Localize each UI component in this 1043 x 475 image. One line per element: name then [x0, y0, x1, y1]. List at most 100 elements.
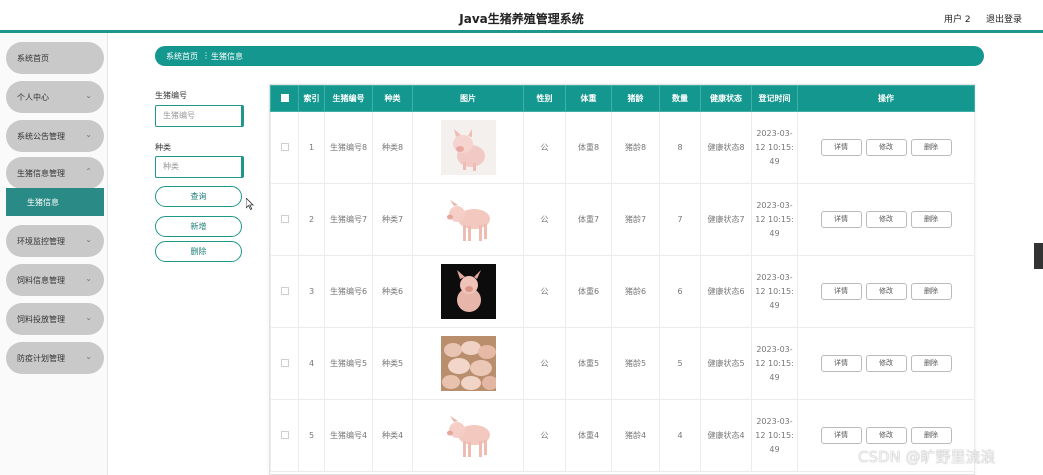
sidebar-item-personal-center[interactable]: 个人中心 ⌄	[6, 81, 104, 113]
pig-table: 索引 生猪编号 种类 图片 性别 体重 猪龄 数量 健康状态 登记时间 操作 1…	[269, 84, 975, 475]
detail-button[interactable]: 详情	[820, 355, 862, 372]
header-picture: 图片	[412, 85, 524, 112]
cell-health: 健康状态5	[700, 327, 752, 400]
pig-photo	[440, 192, 496, 247]
cell-sex: 公	[523, 111, 566, 184]
header-sex: 性别	[523, 85, 566, 112]
breadcrumb-home[interactable]: 系统首页	[166, 51, 198, 62]
mouse-cursor-icon	[246, 198, 254, 210]
row-select-cell[interactable]	[270, 399, 299, 472]
header-accent-bar	[0, 30, 1043, 33]
row-select-cell[interactable]	[270, 255, 299, 328]
cell-picture	[412, 399, 524, 472]
side-collapse-handle[interactable]	[1034, 243, 1043, 269]
sidebar-item-home[interactable]: 系统首页	[6, 42, 104, 74]
kind-input[interactable]: 种类	[155, 156, 244, 178]
pig-code-input[interactable]: 生猪编号	[155, 105, 244, 127]
time-line: 12 10:15:	[755, 214, 794, 224]
header-age: 猪龄	[611, 85, 660, 112]
detail-button[interactable]: 详情	[820, 211, 862, 228]
edit-button[interactable]: 修改	[865, 139, 907, 156]
edit-button[interactable]: 修改	[865, 211, 907, 228]
row-checkbox[interactable]	[280, 286, 289, 295]
chevron-down-icon: ⌄	[85, 313, 92, 322]
table-header-row: 索引 生猪编号 种类 图片 性别 体重 猪龄 数量 健康状态 登记时间 操作	[270, 85, 975, 112]
row-select-cell[interactable]	[270, 111, 299, 184]
delete-button[interactable]: 删除	[910, 355, 952, 372]
delete-button[interactable]: 删除	[910, 283, 952, 300]
watermark: CSDN @旷野里流浪	[858, 448, 996, 466]
sidebar-subitem-label: 生猪信息	[27, 198, 59, 207]
query-button[interactable]: 查询	[155, 186, 242, 207]
sidebar-item-label: 饲料信息管理	[17, 276, 65, 285]
sidebar-item-epidemic-plan[interactable]: 防疫计划管理 ⌄	[6, 342, 104, 374]
detail-button[interactable]: 详情	[820, 427, 862, 444]
chevron-down-icon: ⌄	[85, 130, 92, 139]
edit-button[interactable]: 修改	[865, 283, 907, 300]
cell-kind: 种类8	[372, 111, 413, 184]
header-weight: 体重	[565, 85, 612, 112]
row-checkbox[interactable]	[280, 430, 289, 439]
sidebar-item-feed-info[interactable]: 饲料信息管理 ⌄	[6, 264, 104, 296]
time-line: 49	[769, 156, 780, 166]
cell-age: 猪龄7	[611, 183, 660, 256]
table-row[interactable]: 4 生猪编号5 种类5 公体重5 猪龄5 5 健康状态5 2023-03- 12 10:15: 4…	[270, 327, 975, 400]
chevron-down-icon: ⌄	[85, 274, 92, 283]
cell-count: 4	[659, 399, 701, 472]
select-all-header[interactable]	[270, 85, 299, 112]
detail-button[interactable]: 详情	[820, 139, 862, 156]
cell-index: 1	[298, 111, 325, 184]
select-all-checkbox[interactable]	[280, 93, 289, 102]
sidebar-item-announcement[interactable]: 系统公告管理 ⌄	[6, 120, 104, 152]
row-select-cell[interactable]	[270, 183, 299, 256]
cell-picture	[412, 255, 524, 328]
cell-actions: 详情 修改 删除	[797, 255, 975, 328]
logout-link[interactable]: 退出登录	[986, 12, 1022, 25]
table-row[interactable]: 1 生猪编号8 种类8 公体重8 猪龄8 8 健康状态8 2023-03- 12 10:15: 4…	[270, 111, 975, 184]
row-checkbox[interactable]	[280, 358, 289, 367]
time-line: 2023-03-	[756, 272, 793, 282]
batch-delete-button[interactable]: 删除	[155, 241, 242, 262]
time-line: 2023-03-	[756, 200, 793, 210]
sidebar-item-feed-delivery[interactable]: 饲料投放管理 ⌄	[6, 303, 104, 335]
time-line: 49	[769, 228, 780, 238]
cell-weight: 体重8	[565, 111, 612, 184]
edit-button[interactable]: 修改	[865, 355, 907, 372]
cell-weight: 体重6	[565, 255, 612, 328]
detail-button[interactable]: 详情	[820, 283, 862, 300]
cell-index: 5	[298, 399, 325, 472]
cell-picture	[412, 183, 524, 256]
cell-time: 2023-03- 12 10:15: 49	[751, 327, 798, 400]
chevron-down-icon: ⌄	[85, 91, 92, 100]
delete-button[interactable]: 删除	[910, 427, 952, 444]
cell-count: 5	[659, 327, 701, 400]
cell-index: 2	[298, 183, 325, 256]
sidebar-item-environment[interactable]: 环境监控管理 ⌄	[6, 225, 104, 257]
header-index: 索引	[298, 85, 325, 112]
cell-count: 8	[659, 111, 701, 184]
cell-time: 2023-03- 12 10:15: 49	[751, 183, 798, 256]
cell-kind: 种类7	[372, 183, 413, 256]
current-user[interactable]: 用户 2	[944, 12, 971, 25]
edit-button[interactable]: 修改	[865, 427, 907, 444]
cell-code: 生猪编号7	[324, 183, 373, 256]
table-row[interactable]: 3 生猪编号6 种类6 公体重6 猪龄6 6 健康状态6 2023-03- 12 10:15: 4…	[270, 255, 975, 328]
add-button[interactable]: 新增	[155, 216, 242, 237]
cell-code: 生猪编号4	[324, 399, 373, 472]
cell-count: 7	[659, 183, 701, 256]
delete-button[interactable]: 删除	[910, 139, 952, 156]
sidebar-item-pig-info[interactable]: 生猪信息管理 ⌃	[6, 157, 104, 189]
sidebar-item-label: 防疫计划管理	[17, 354, 65, 363]
row-checkbox[interactable]	[280, 142, 289, 151]
sidebar-item-label: 环境监控管理	[17, 237, 65, 246]
cell-count: 6	[659, 255, 701, 328]
sidebar-subitem-pig-info[interactable]: 生猪信息	[6, 188, 104, 216]
chevron-up-icon: ⌃	[85, 167, 92, 176]
table-row[interactable]: 2 生猪编号7 种类7 公体重7 猪龄7 7 健康状态7 2023-03- 12 10:15: 4…	[270, 183, 975, 256]
cell-code: 生猪编号5	[324, 327, 373, 400]
header-kind: 种类	[372, 85, 413, 112]
delete-button[interactable]: 删除	[910, 211, 952, 228]
time-line: 49	[769, 444, 780, 454]
row-select-cell[interactable]	[270, 327, 299, 400]
row-checkbox[interactable]	[280, 214, 289, 223]
